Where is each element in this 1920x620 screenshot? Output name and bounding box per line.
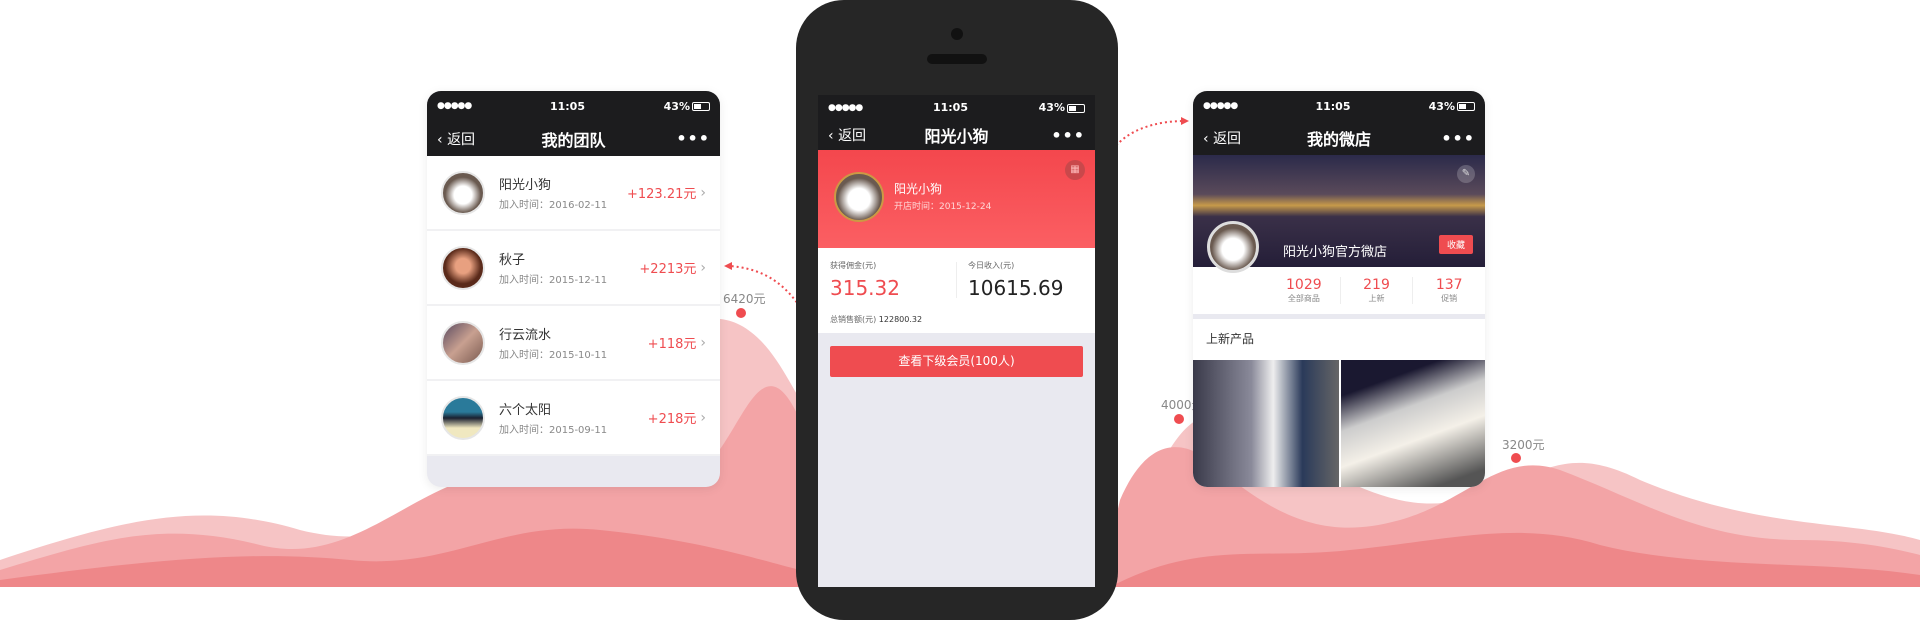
nav-bar: ‹ 返回 阳光小狗 ••• — [818, 120, 1095, 150]
chevron-right-icon: › — [700, 259, 706, 276]
speaker-icon — [927, 54, 987, 64]
arrow-left-icon — [724, 262, 732, 270]
back-button[interactable]: ‹ 返回 — [1203, 128, 1241, 148]
back-button[interactable]: ‹ 返回 — [437, 129, 475, 149]
team-member-row[interactable]: 六个太阳 加入时间：2015-09-11 +218元 › — [427, 381, 720, 456]
team-member-row[interactable]: 阳光小狗 加入时间：2016-02-11 +123.21元 › — [427, 156, 720, 231]
avatar — [441, 170, 485, 215]
more-icon[interactable]: ••• — [1441, 129, 1475, 148]
more-icon[interactable]: ••• — [1051, 126, 1085, 145]
battery-icon — [1067, 103, 1085, 113]
chevron-right-icon: › — [700, 409, 706, 426]
section-title: 上新产品 — [1206, 332, 1255, 346]
product-image[interactable] — [1341, 360, 1485, 487]
status-bar: ●●●●● 11:05 43% — [427, 91, 720, 121]
avatar — [834, 172, 884, 222]
arrow-right-icon — [1181, 117, 1189, 125]
back-button[interactable]: ‹ 返回 — [828, 125, 866, 145]
peak-dot — [1511, 453, 1521, 463]
shop-stats: 1029 全部商品 219 上新 137 促销 — [1193, 267, 1485, 314]
battery-icon — [1457, 102, 1475, 111]
open-date: 开店时间：2015-12-24 — [894, 202, 992, 212]
favorite-button[interactable]: 收藏 — [1438, 235, 1473, 254]
nav-bar: ‹ 返回 我的微店 ••• — [1193, 121, 1485, 155]
camera-icon — [951, 28, 963, 40]
team-screen: ●●●●● 11:05 43% ‹ 返回 我的团队 ••• 阳光小狗 加入时间：201… — [427, 91, 720, 487]
chevron-right-icon: › — [700, 334, 706, 351]
commission-value: 315.32 — [830, 276, 900, 300]
shop-owner-name: 阳光小狗 — [894, 182, 943, 196]
stat-new[interactable]: 219 上新 — [1339, 277, 1414, 304]
avatar — [441, 320, 485, 365]
product-image[interactable] — [1193, 360, 1339, 487]
team-member-row[interactable]: 行云流水 加入时间：2015-10-11 +118元 › — [427, 306, 720, 381]
avatar — [441, 395, 485, 440]
battery-icon — [692, 102, 710, 111]
status-bar: ●●●●● 11:05 43% — [1193, 91, 1485, 121]
more-icon[interactable]: ••• — [676, 129, 710, 148]
shop-screen: ●●●●● 11:05 43% ‹ 返回 我的微店 ••• ✎ 阳光小狗官方微店 收… — [1193, 91, 1485, 487]
avatar — [441, 245, 485, 290]
view-members-button[interactable]: 查看下级会员(100人) — [830, 346, 1083, 377]
total-sales-value: 122800.32 — [878, 315, 923, 324]
earnings-panel: 获得佣金(元) 315.32 今日收入(元) 10615.69 总销售额(元) … — [818, 248, 1095, 333]
nav-bar: ‹ 返回 我的团队 ••• — [427, 121, 720, 156]
stat-promo[interactable]: 137 促销 — [1413, 277, 1485, 304]
store-icon[interactable]: ▦ — [1065, 160, 1085, 180]
edit-icon[interactable]: ✎ — [1457, 165, 1475, 183]
peak-label: 3200元 — [1502, 438, 1545, 452]
stat-all-products[interactable]: 1029 全部商品 — [1268, 277, 1340, 304]
peak-label: 6420元 — [723, 292, 766, 306]
today-income-value: 10615.69 — [968, 276, 1064, 300]
profile-screen: ●●●●● 11:05 43% ‹ 返回 阳光小狗 ••• 阳光小狗 开店时间：20… — [818, 95, 1095, 587]
team-member-row[interactable]: 秋子 加入时间：2015-12-11 +2213元 › — [427, 231, 720, 306]
shop-name: 阳光小狗官方微店 — [1283, 245, 1388, 260]
profile-header: 阳光小狗 开店时间：2015-12-24 ▦ — [818, 150, 1095, 248]
peak-dot — [736, 308, 746, 318]
avatar — [1207, 221, 1259, 273]
chevron-right-icon: › — [700, 184, 706, 201]
status-bar: ●●●●● 11:05 43% — [818, 95, 1095, 120]
peak-dot — [1174, 414, 1184, 424]
